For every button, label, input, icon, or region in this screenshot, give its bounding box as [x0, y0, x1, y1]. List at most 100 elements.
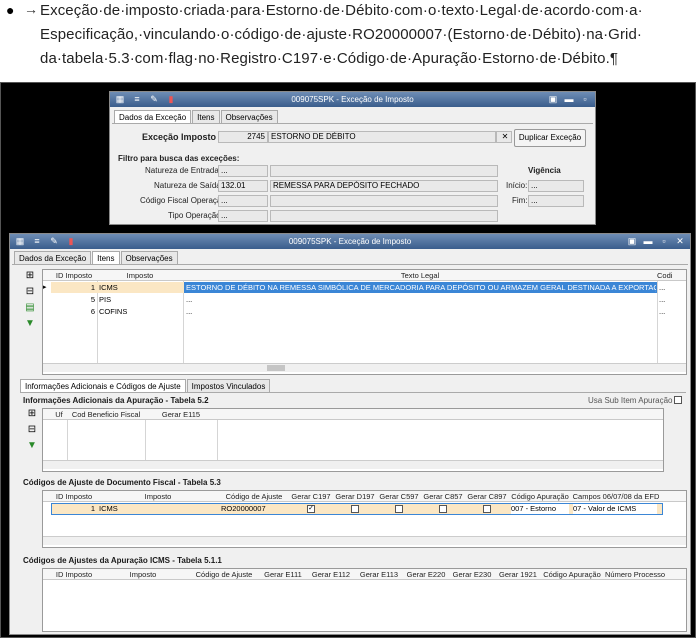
col-codigo-ajuste[interactable]: Código de Ajuste: [189, 569, 259, 580]
c857-checkbox[interactable]: [439, 505, 447, 513]
natureza-saida-code[interactable]: 132.01: [218, 180, 268, 192]
cell-codigo-ajuste[interactable]: RO20000007: [221, 504, 266, 514]
col-gerar-c857[interactable]: Gerar C857: [421, 491, 465, 502]
cell-codi[interactable]: ...: [659, 295, 665, 305]
tools-icon[interactable]: ✎: [48, 235, 60, 247]
col-gerar-c597[interactable]: Gerar C597: [377, 491, 421, 502]
codigo-apuracao-select[interactable]: 007 - Estorno: [511, 504, 569, 514]
cell-texto-legal[interactable]: ...: [186, 307, 192, 317]
col-imposto[interactable]: Imposto: [97, 270, 183, 281]
traffic-icon[interactable]: ≡: [131, 93, 143, 105]
col-gerar-d197[interactable]: Gerar D197: [333, 491, 377, 502]
col-gerar-e113[interactable]: Gerar E113: [355, 569, 403, 580]
col-gerar-c897[interactable]: Gerar C897: [465, 491, 509, 502]
tab-observacoes[interactable]: Observações: [220, 110, 278, 123]
c197-checkbox[interactable]: ✓: [307, 505, 315, 513]
traffic-icon[interactable]: ≡: [31, 235, 43, 247]
export-icon[interactable]: ▼: [24, 318, 36, 330]
horizontal-scrollbar[interactable]: [43, 460, 663, 469]
image-icon[interactable]: ▣: [546, 93, 560, 105]
col-cod-beneficio[interactable]: Cod Beneficio Fiscal: [67, 409, 145, 420]
d197-checkbox[interactable]: [351, 505, 359, 513]
table-row[interactable]: 6: [51, 307, 95, 317]
export-icon[interactable]: ▼: [26, 440, 38, 452]
book-icon[interactable]: ▮: [65, 235, 77, 247]
campos-efd-select[interactable]: 07 - Valor de ICMS: [573, 504, 657, 514]
col-gerar-1921[interactable]: Gerar 1921: [495, 569, 541, 580]
cell-texto-legal[interactable]: ...: [186, 295, 192, 305]
cfop-code[interactable]: ...: [218, 195, 268, 207]
col-gerar-e111[interactable]: Gerar E111: [259, 569, 307, 580]
col-gerar-c197[interactable]: Gerar C197: [289, 491, 333, 502]
excecao-desc-field[interactable]: ESTORNO DE DÉBITO: [268, 131, 496, 143]
tab-itens[interactable]: Itens: [92, 251, 120, 264]
natureza-saida-desc[interactable]: REMESSA PARA DEPÓSITO FECHADO: [270, 180, 498, 192]
clear-icon[interactable]: ✕: [496, 131, 512, 143]
cell-texto-legal[interactable]: ESTORNO DE DÉBITO NA REMESSA SIMBÓLICA D…: [186, 283, 656, 293]
close-button[interactable]: ✕: [673, 235, 687, 247]
horizontal-scrollbar[interactable]: [43, 363, 686, 372]
col-texto-legal[interactable]: Texto Legal: [183, 270, 657, 281]
fim-field[interactable]: ...: [528, 195, 584, 207]
col-codi[interactable]: Codi: [657, 270, 686, 281]
excecao-code-field[interactable]: 2745: [218, 131, 268, 143]
tab-itens[interactable]: Itens: [192, 110, 220, 123]
tab-observacoes[interactable]: Observações: [120, 251, 178, 264]
remove-row-icon[interactable]: ⊟: [24, 286, 36, 298]
cell-codi[interactable]: ...: [659, 283, 665, 293]
tab-dados[interactable]: Dados da Exceção: [114, 110, 192, 123]
col-gerar-e220[interactable]: Gerar E220: [403, 569, 449, 580]
natureza-entrada-desc[interactable]: [270, 165, 498, 177]
save-icon[interactable]: ▤: [24, 302, 36, 314]
table-row[interactable]: 1: [51, 283, 95, 293]
col-id-imposto[interactable]: ID Imposto: [51, 270, 97, 281]
tools-icon[interactable]: ✎: [148, 93, 160, 105]
col-id-imposto[interactable]: ID Imposto: [51, 569, 97, 580]
col-codigo-ajuste[interactable]: Código de Ajuste: [219, 491, 289, 502]
cell-codi[interactable]: ...: [659, 307, 665, 317]
grid-icon[interactable]: ▦: [14, 235, 26, 247]
cell-id[interactable]: 1: [51, 504, 95, 514]
subtab-info-adicionais[interactable]: Informações Adicionais e Códigos de Ajus…: [20, 379, 186, 392]
col-numero-processo[interactable]: Número Processo: [603, 569, 667, 580]
natureza-entrada-code[interactable]: ...: [218, 165, 268, 177]
tab-dados[interactable]: Dados da Exceção: [14, 251, 92, 264]
book-icon[interactable]: ▮: [165, 93, 177, 105]
col-campos-efd[interactable]: Campos 06/07/08 da EFD: [571, 491, 661, 502]
c897-checkbox[interactable]: [483, 505, 491, 513]
inicio-label: Início:: [506, 181, 528, 190]
table-row[interactable]: 5: [51, 295, 95, 305]
tipo-operacao-code[interactable]: ...: [218, 210, 268, 222]
subtab-impostos-vinculados[interactable]: Impostos Vinculados: [186, 379, 271, 392]
col-imposto[interactable]: Imposto: [97, 491, 219, 502]
doc-line-2: Especificação,·vinculando·o·código·de·aj…: [40, 26, 643, 43]
col-gerar-e230[interactable]: Gerar E230: [449, 569, 495, 580]
col-codigo-apuracao[interactable]: Código Apuração: [541, 569, 603, 580]
col-gerar-e115[interactable]: Gerar E115: [145, 409, 217, 420]
cell-imposto[interactable]: ICMS: [99, 504, 118, 514]
col-uf[interactable]: Uf: [51, 409, 67, 420]
duplicar-button[interactable]: Duplicar Exceção: [514, 129, 586, 147]
maximize-button[interactable]: ▫: [578, 93, 592, 105]
usa-sub-item-checkbox[interactable]: [674, 396, 682, 404]
image-icon[interactable]: ▣: [625, 235, 639, 247]
col-id-imposto[interactable]: ID Imposto: [51, 491, 97, 502]
grid-icon[interactable]: ▦: [114, 93, 126, 105]
tipo-operacao-desc[interactable]: [270, 210, 498, 222]
cell-imposto[interactable]: COFINS: [99, 307, 127, 317]
minimize-button[interactable]: ▬: [641, 235, 655, 247]
col-gerar-e112[interactable]: Gerar E112: [307, 569, 355, 580]
cfop-desc[interactable]: [270, 195, 498, 207]
col-imposto[interactable]: Imposto: [97, 569, 189, 580]
add-row-icon[interactable]: ⊞: [24, 270, 36, 282]
c597-checkbox[interactable]: [395, 505, 403, 513]
minimize-button[interactable]: ▬: [562, 93, 576, 105]
cell-imposto[interactable]: ICMS: [99, 283, 118, 293]
add-row-icon[interactable]: ⊞: [26, 408, 38, 420]
inicio-field[interactable]: ...: [528, 180, 584, 192]
col-codigo-apuracao[interactable]: Código Apuração: [509, 491, 571, 502]
horizontal-scrollbar[interactable]: [43, 536, 686, 545]
maximize-button[interactable]: ▫: [657, 235, 671, 247]
remove-row-icon[interactable]: ⊟: [26, 424, 38, 436]
cell-imposto[interactable]: PIS: [99, 295, 111, 305]
